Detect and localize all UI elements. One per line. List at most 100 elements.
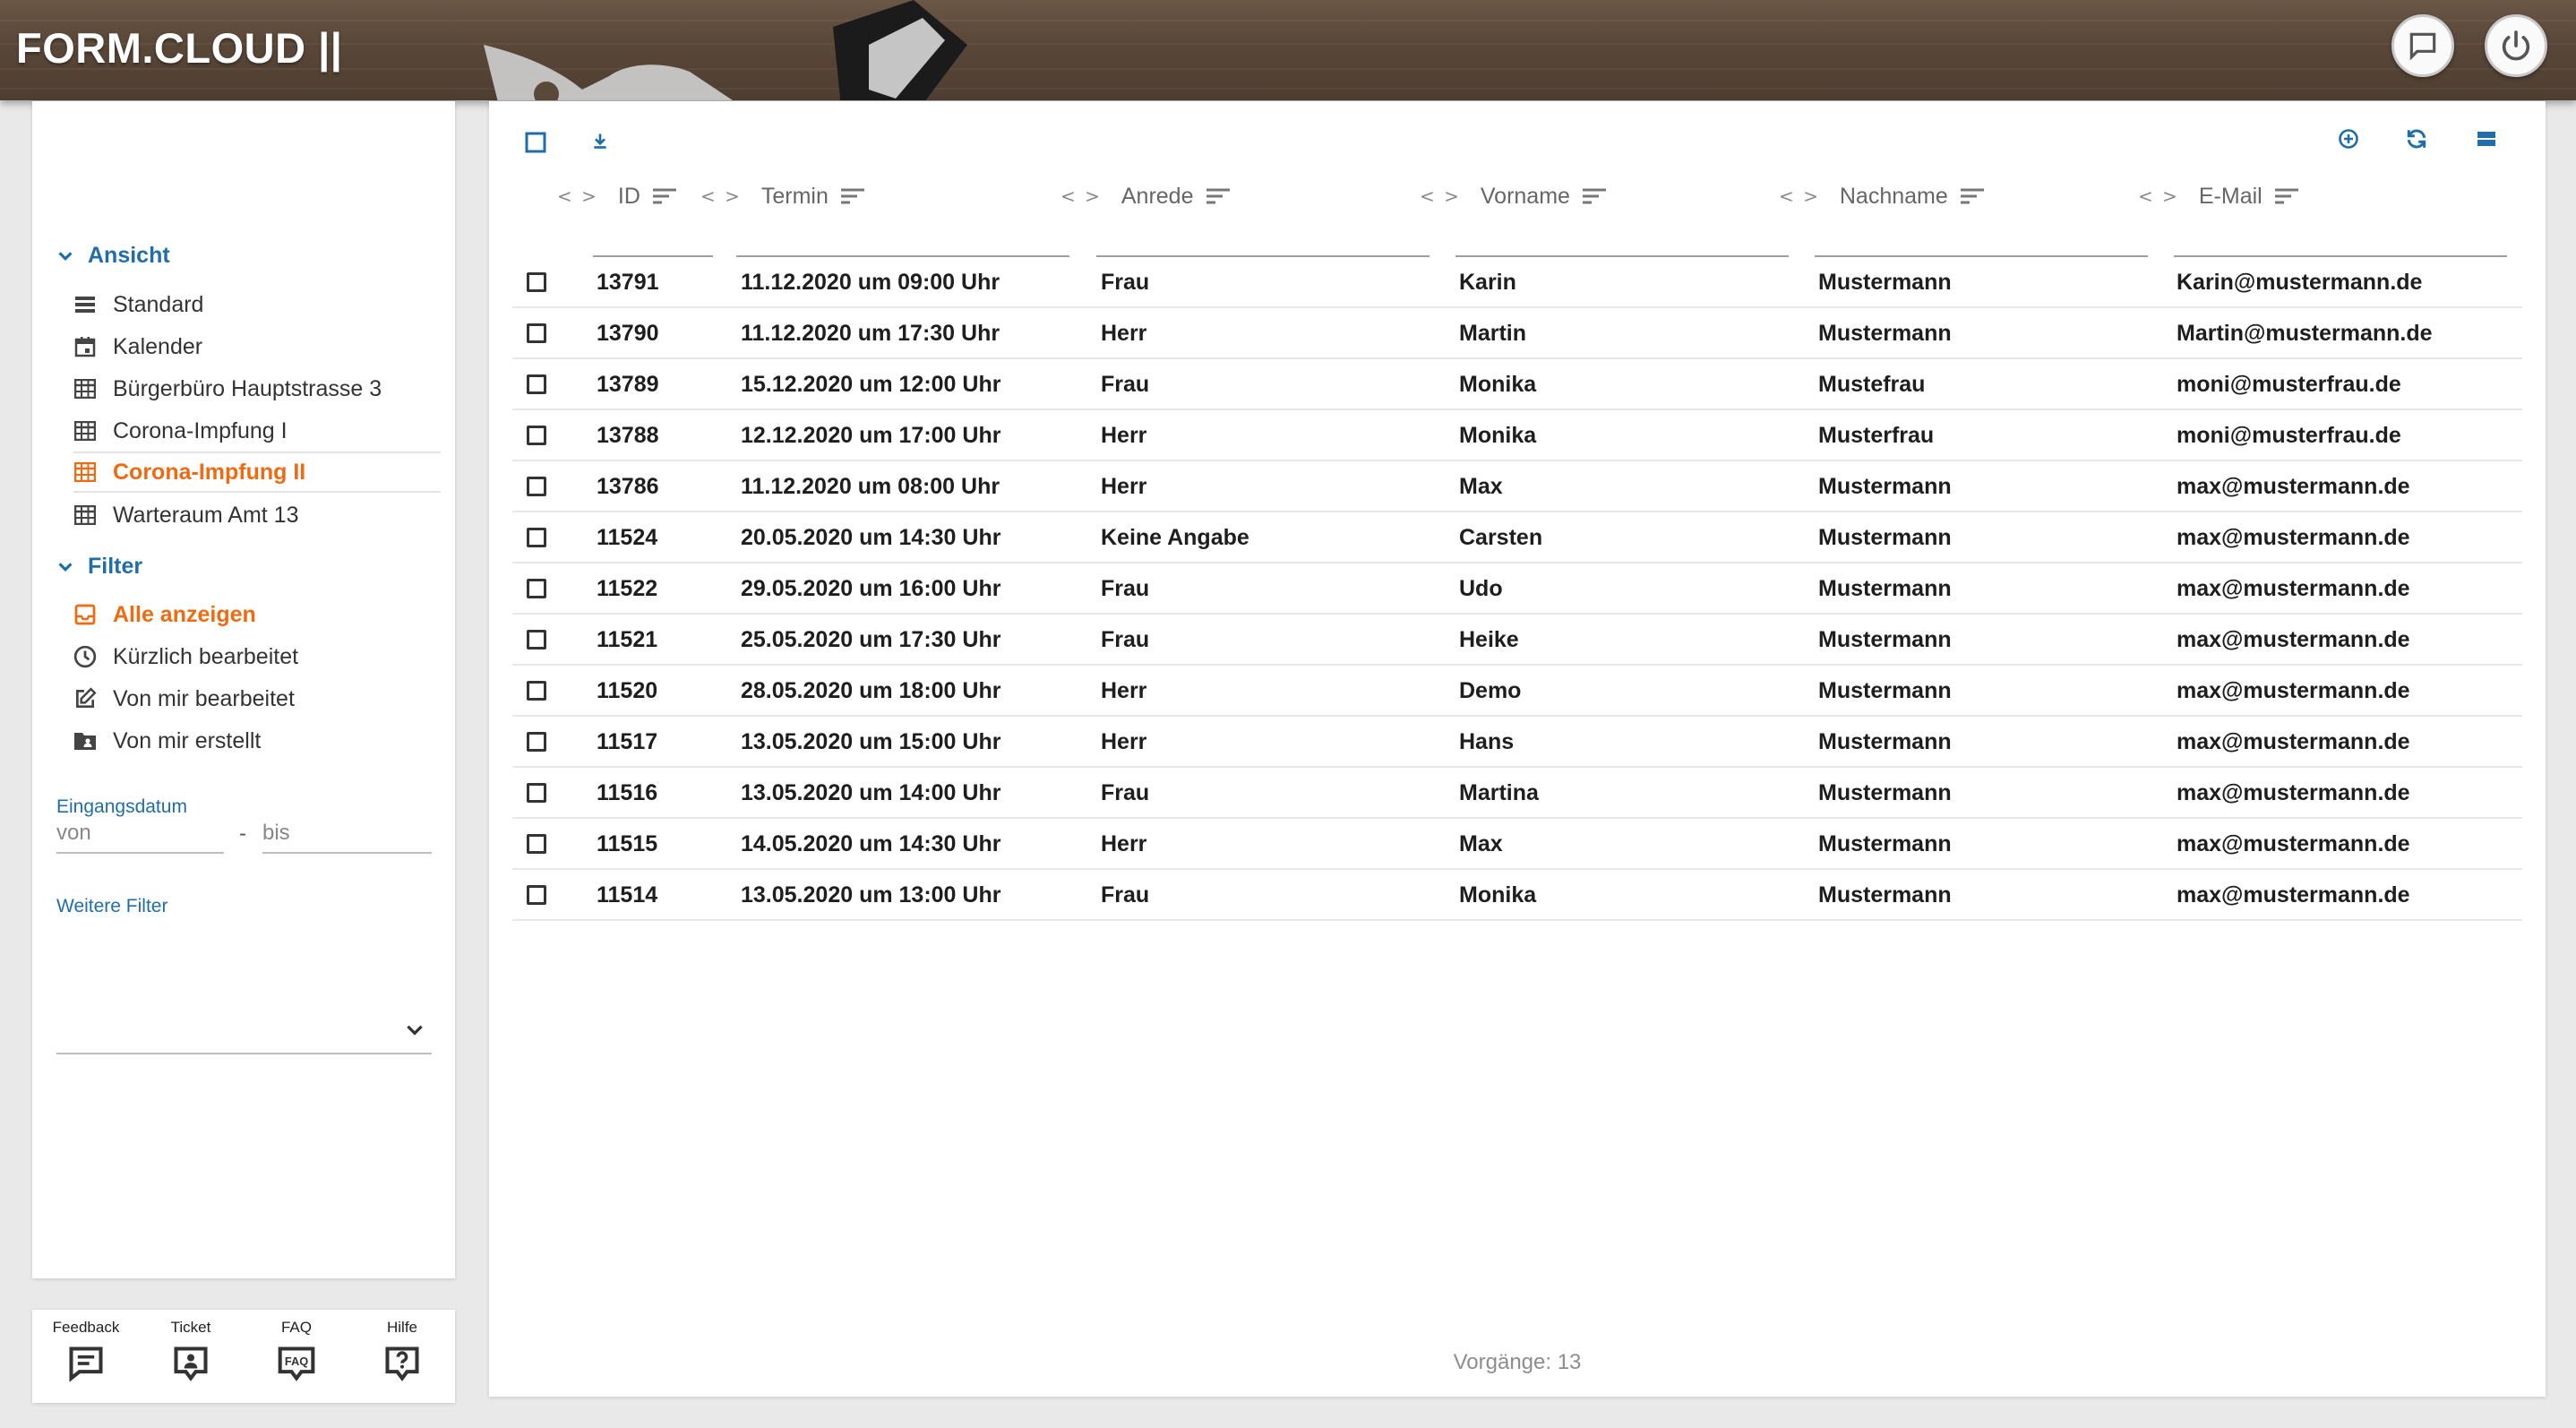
table-row[interactable]: 13791 11.12.2020 um 09:00 Uhr Frau Karin Mus… bbox=[512, 257, 2522, 308]
refresh-button[interactable] bbox=[2402, 125, 2431, 153]
sort-icon[interactable] bbox=[1205, 186, 1232, 206]
column-header-email[interactable]: < > E-Mail bbox=[2138, 178, 2507, 257]
column-header-vorname[interactable]: < > Vorname bbox=[1420, 178, 1789, 257]
date-to-input[interactable] bbox=[262, 818, 432, 854]
resize-arrows-icon[interactable]: < > bbox=[700, 185, 742, 207]
resize-arrows-icon[interactable]: < > bbox=[1779, 185, 1820, 207]
cell-nachname: Mustermann bbox=[1818, 627, 1952, 652]
add-button[interactable] bbox=[2334, 125, 2363, 153]
table-row[interactable]: 13788 12.12.2020 um 17:00 Uhr Herr Monika Mu… bbox=[512, 410, 2522, 461]
row-checkbox[interactable] bbox=[527, 374, 546, 394]
table-row[interactable]: 13786 11.12.2020 um 08:00 Uhr Herr Max Muste… bbox=[512, 461, 2522, 512]
cell-termin: 11.12.2020 um 17:30 Uhr bbox=[741, 321, 1000, 346]
cell-termin: 15.12.2020 um 12:00 Uhr bbox=[741, 372, 1001, 397]
inbox-icon bbox=[74, 604, 96, 625]
column-header-termin[interactable]: < > Termin bbox=[700, 178, 1069, 257]
view-item-warteraum[interactable]: Warteraum Amt 13 bbox=[73, 495, 441, 536]
filter-item-alle[interactable]: Alle anzeigen bbox=[73, 594, 441, 635]
date-from-input[interactable] bbox=[56, 818, 224, 854]
cell-termin: 25.05.2020 um 17:30 Uhr bbox=[741, 627, 1001, 652]
hilfe-button[interactable]: Hilfe bbox=[357, 1319, 447, 1399]
cell-nachname: Mustermann bbox=[1818, 780, 1952, 805]
row-checkbox[interactable] bbox=[527, 323, 546, 343]
resize-arrows-icon[interactable]: < > bbox=[1420, 185, 1461, 207]
resize-arrows-icon[interactable]: < > bbox=[1060, 185, 1102, 207]
faq-button[interactable]: FAQ FAQ bbox=[252, 1319, 341, 1399]
table-row[interactable]: 11522 29.05.2020 um 16:00 Uhr Frau Udo Muste… bbox=[512, 563, 2522, 615]
row-checkbox[interactable] bbox=[527, 426, 546, 445]
table-row[interactable]: 11516 13.05.2020 um 14:00 Uhr Frau Martina M… bbox=[512, 768, 2522, 819]
date-separator: - bbox=[239, 822, 246, 846]
view-item-corona-impfung-2[interactable]: Corona-Impfung II bbox=[73, 452, 441, 493]
table-row[interactable]: 13790 11.12.2020 um 17:30 Uhr Herr Martin Mu… bbox=[512, 308, 2522, 359]
filter-section-toggle[interactable]: Filter bbox=[56, 554, 142, 580]
row-checkbox[interactable] bbox=[527, 528, 546, 547]
row-checkbox[interactable] bbox=[527, 885, 546, 905]
sort-icon[interactable] bbox=[1581, 186, 1608, 206]
view-item-standard[interactable]: Standard bbox=[73, 284, 441, 325]
filter-label: Von mir erstellt bbox=[113, 727, 262, 753]
row-checkbox[interactable] bbox=[527, 272, 546, 292]
cell-vorname: Monika bbox=[1459, 372, 1537, 397]
row-checkbox[interactable] bbox=[527, 681, 546, 701]
feedback-button[interactable]: Feedback bbox=[41, 1319, 131, 1399]
sort-icon[interactable] bbox=[2273, 186, 2300, 206]
table-row[interactable]: 11524 20.05.2020 um 14:30 Uhr Keine Angabe… bbox=[512, 512, 2522, 563]
table-row[interactable]: 11517 13.05.2020 um 15:00 Uhr Herr Hans Must… bbox=[512, 717, 2522, 768]
main-panel: < > ID < > Termin < > Anrede < > Vorname < >… bbox=[489, 101, 2546, 1397]
table-row[interactable]: 11521 25.05.2020 um 17:30 Uhr Frau Heike Mus… bbox=[512, 615, 2522, 666]
chat-button[interactable] bbox=[2391, 14, 2454, 77]
row-checkbox[interactable] bbox=[527, 783, 546, 803]
cell-vorname: Martin bbox=[1459, 321, 1526, 346]
view-item-corona-impfung-1[interactable]: Corona-Impfung I bbox=[73, 410, 441, 452]
sort-icon[interactable] bbox=[1959, 186, 1986, 206]
sort-icon[interactable] bbox=[839, 186, 866, 206]
checkbox-icon bbox=[525, 132, 546, 153]
cell-anrede: Herr bbox=[1101, 321, 1147, 346]
table-row[interactable]: 11520 28.05.2020 um 18:00 Uhr Herr Demo Must… bbox=[512, 666, 2522, 717]
table-row[interactable]: 11515 14.05.2020 um 14:30 Uhr Herr Max Muste… bbox=[512, 819, 2522, 870]
cell-email: moni@musterfrau.de bbox=[2177, 423, 2401, 448]
ticket-icon bbox=[174, 1346, 208, 1381]
row-checkbox[interactable] bbox=[527, 834, 546, 854]
row-checkbox[interactable] bbox=[527, 477, 546, 496]
filter-label: Alle anzeigen bbox=[113, 601, 256, 627]
table-icon bbox=[74, 462, 96, 482]
column-title: Anrede bbox=[1121, 183, 1194, 209]
weitere-filter-select[interactable] bbox=[56, 1006, 432, 1054]
select-all-checkbox[interactable] bbox=[521, 128, 550, 157]
column-header-id[interactable]: < > ID bbox=[557, 178, 713, 257]
download-button[interactable] bbox=[586, 126, 614, 155]
view-options-button[interactable] bbox=[2472, 125, 2501, 153]
cell-email: max@mustermann.de bbox=[2177, 780, 2410, 805]
clock-icon bbox=[73, 645, 97, 668]
cell-id: 13791 bbox=[597, 270, 659, 295]
ticket-button[interactable]: Ticket bbox=[146, 1319, 236, 1399]
view-item-kalender[interactable]: Kalender bbox=[73, 326, 441, 367]
column-header-anrede[interactable]: < > Anrede bbox=[1060, 178, 1430, 257]
cell-nachname: Mustermann bbox=[1818, 831, 1952, 856]
logout-button[interactable] bbox=[2485, 14, 2547, 77]
ansicht-label: Ansicht bbox=[88, 243, 170, 268]
ansicht-section-toggle[interactable]: Ansicht bbox=[56, 243, 170, 269]
resize-arrows-icon[interactable]: < > bbox=[557, 185, 598, 207]
cell-nachname: Mustermann bbox=[1818, 678, 1952, 703]
app-logo[interactable]: FORM.CLOUD || bbox=[16, 23, 342, 73]
filter-item-von-mir-bearbeitet[interactable]: Von mir bearbeitet bbox=[73, 678, 441, 719]
row-checkbox[interactable] bbox=[527, 732, 546, 752]
cell-id: 11524 bbox=[597, 525, 658, 550]
filter-item-kuerzlich[interactable]: Kürzlich bearbeitet bbox=[73, 636, 441, 677]
sort-icon[interactable] bbox=[651, 186, 678, 206]
table-row[interactable]: 11514 13.05.2020 um 13:00 Uhr Frau Monika Mu… bbox=[512, 870, 2522, 921]
view-item-buergerbuero[interactable]: Bürgerbüro Hauptstrasse 3 bbox=[73, 368, 441, 409]
cell-nachname: Mustermann bbox=[1818, 474, 1952, 499]
resize-arrows-icon[interactable]: < > bbox=[2138, 185, 2179, 207]
row-checkbox[interactable] bbox=[527, 579, 546, 598]
table-row[interactable]: 13789 15.12.2020 um 12:00 Uhr Frau Monika Mu… bbox=[512, 359, 2522, 410]
edit-icon bbox=[75, 687, 97, 709]
cell-anrede: Frau bbox=[1101, 882, 1150, 908]
feedback-label: Feedback bbox=[52, 1319, 120, 1336]
row-checkbox[interactable] bbox=[527, 630, 546, 649]
column-header-nachname[interactable]: < > Nachname bbox=[1779, 178, 2148, 257]
filter-item-von-mir-erstellt[interactable]: Von mir erstellt bbox=[73, 720, 441, 761]
